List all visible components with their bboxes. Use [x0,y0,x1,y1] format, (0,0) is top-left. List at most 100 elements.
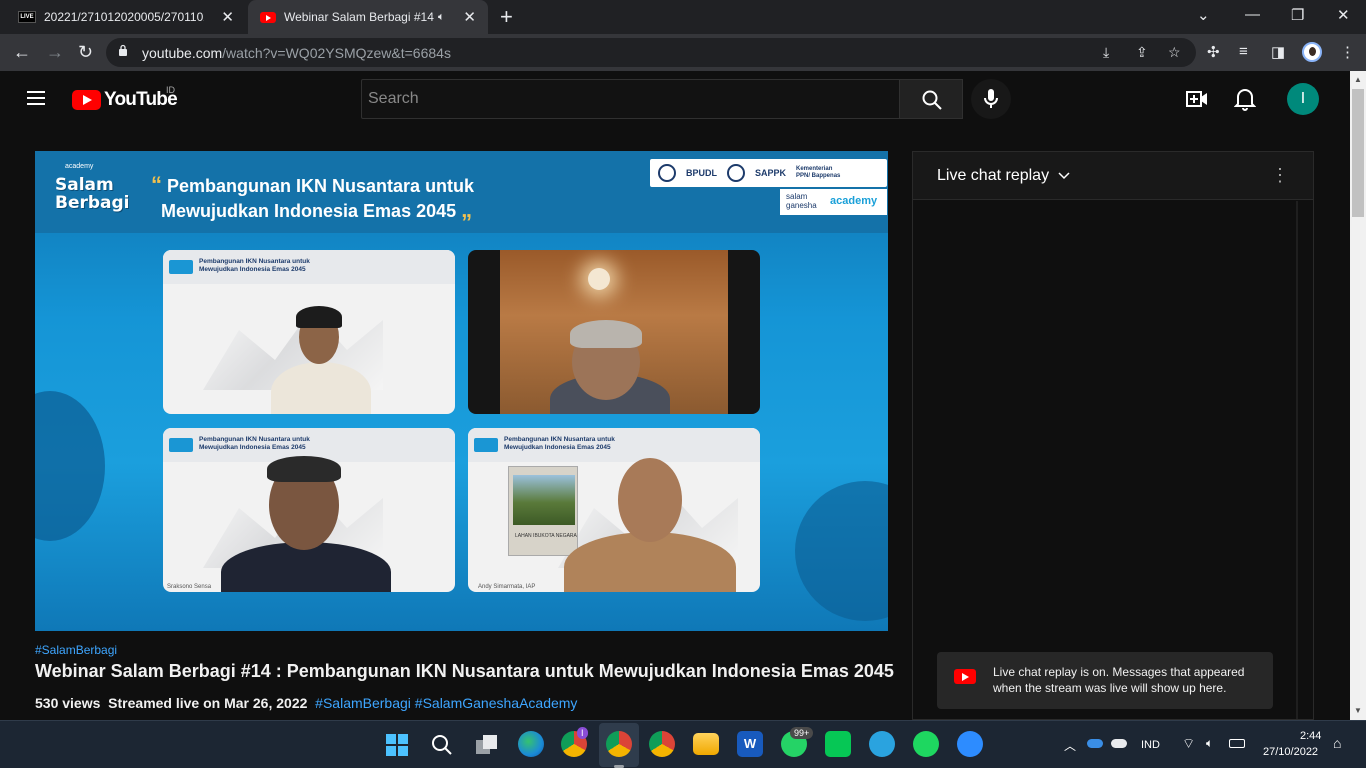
chevron-down-icon [1057,172,1070,180]
search-icon [922,90,942,110]
zoom-icon[interactable] [957,731,983,757]
onedrive-personal-icon[interactable] [1111,739,1127,748]
battery-icon[interactable] [1229,739,1245,748]
spotify-icon[interactable] [913,731,939,757]
youtube-header: YouTube ID I [0,71,1350,127]
itb-seal-icon [727,164,745,182]
partner-logos: BPUDL SAPPK Kementerian PPN/ Bappenas [650,159,887,187]
tab-live[interactable]: LIVE 20221/271012020005/27011020... ✕ [0,0,246,34]
install-icon[interactable]: ⤓ [1103,44,1109,61]
tab-title: 20221/271012020005/27011020... [44,10,204,24]
volume-icon[interactable]: 🔈︎ [1206,736,1213,751]
scrollbar-thumb[interactable] [1352,89,1364,217]
live-icon: LIVE [18,11,36,23]
account-avatar[interactable]: I [1287,83,1319,115]
video-title: Webinar Salam Berbagi #14 : Pembangunan … [35,661,894,681]
chrome-icon[interactable] [649,731,675,757]
scroll-up-icon[interactable]: ▲ [1354,75,1362,84]
speaker-panel-4: Pembangunan IKN Nusantara untuk Mewujudka… [468,428,760,592]
youtube-icon [260,11,276,23]
restore-button[interactable]: ❐ [1291,6,1304,24]
windows-taskbar: I W 99+ ︿ IND ⌔ 🔈︎ 2:44 27/10/2022 ⌂ [0,720,1366,768]
search-button[interactable] [899,79,963,119]
show-hidden-icons-icon[interactable]: ︿ [1064,737,1076,754]
new-tab-button[interactable]: + [500,4,513,30]
microphone-icon [984,89,998,108]
notification-center-icon[interactable]: ⌂ [1333,735,1341,751]
video-hashtag[interactable]: #SalamBerbagi [35,643,117,657]
salam-ganesha-academy-logo: salam ganesha academy [780,189,887,215]
bookmark-star-icon[interactable]: ☆ [1168,44,1181,61]
video-player[interactable]: academy Salam Berbagi “ Pembangunan IKN … [35,151,888,631]
chat-header: Live chat replay ⋮ [913,152,1313,200]
forward-button[interactable]: → [46,42,64,63]
media-control-icon[interactable]: ≡ [1239,43,1248,60]
minimize-button[interactable]: — [1245,6,1260,23]
file-explorer-icon[interactable] [693,733,719,755]
close-icon[interactable]: ✕ [463,8,476,26]
browser-tab-strip: LIVE 20221/271012020005/27011020... ✕ We… [0,0,1366,34]
input-language[interactable]: IND [1141,739,1160,751]
tab-youtube[interactable]: Webinar Salam Berbagi #14 : 🔈︎ ✕ [248,0,488,34]
speaker-panel-2 [468,250,760,414]
chat-scrollbar[interactable] [1296,201,1298,719]
video-tags[interactable]: #SalamBerbagi #SalamGaneshaAcademy [315,695,577,711]
salam-berbagi-logo: academy Salam Berbagi [55,163,130,213]
tab-search-icon[interactable]: ⌄ [1197,6,1210,24]
telegram-icon[interactable] [869,731,895,757]
menu-icon[interactable] [27,91,45,105]
line-icon[interactable] [825,731,851,757]
youtube-logo[interactable]: YouTube ID [72,85,178,111]
speaker-panel-3: Pembangunan IKN Nusantara untuk Mewujudka… [163,428,455,592]
search-box[interactable] [361,79,900,119]
page-scrollbar[interactable]: ▲ ▼ [1350,71,1366,720]
extensions-icon[interactable]: ✣ [1207,43,1220,61]
task-view-icon[interactable] [475,734,499,756]
chrome-profile-badge: I [577,727,588,739]
bpudl-seal-icon [658,164,676,182]
create-video-icon[interactable] [1186,89,1208,109]
view-count: 530 views [35,695,101,711]
video-headline: “ Pembangunan IKN Nusantara untuk Mewuju… [151,172,475,222]
stream-date: Streamed live on Mar 26, 2022 [108,695,308,711]
speaker-icon[interactable]: 🔈︎ [438,11,445,24]
onedrive-icon[interactable] [1087,739,1103,748]
scroll-down-icon[interactable]: ▼ [1354,706,1362,715]
search-input[interactable] [362,80,899,118]
chrome-icon[interactable] [606,731,632,757]
video-banner: academy Salam Berbagi “ Pembangunan IKN … [35,151,888,233]
share-icon[interactable]: ⇪ [1136,44,1148,61]
search-icon[interactable] [431,734,453,756]
edge-icon[interactable] [518,731,544,757]
more-options-icon[interactable]: ⋮ [1271,165,1289,186]
chat-mode-dropdown[interactable]: Live chat replay [937,167,1070,185]
url-text: youtube.com/watch?v=WQ02YSMQzew&t=6684s [142,45,451,61]
back-button[interactable]: ← [13,42,31,63]
live-chat-panel: Live chat replay ⋮ Live chat replay is o… [912,151,1314,720]
clock-date[interactable]: 27/10/2022 [1263,746,1318,758]
clock-time[interactable]: 2:44 [1300,730,1321,742]
youtube-icon [954,669,976,684]
chat-replay-notice: Live chat replay is on. Messages that ap… [937,652,1273,709]
voice-search-button[interactable] [971,79,1011,119]
speaker-panel-1: Pembangunan IKN Nusantara untuk Mewujudka… [163,250,455,414]
book-cover: LAHAN IBUKOTA NEGARA [508,466,578,556]
whatsapp-badge: 99+ [790,727,814,739]
reload-button[interactable]: ↻ [78,42,93,63]
browser-toolbar: ← → ↻ youtube.com/watch?v=WQ02YSMQzew&t=… [0,34,1366,71]
windows-start-icon[interactable] [386,734,408,756]
close-window-button[interactable]: ✕ [1337,6,1350,24]
profile-avatar[interactable] [1302,42,1322,62]
lock-icon[interactable] [118,44,128,56]
youtube-play-icon [72,90,101,110]
word-icon[interactable]: W [737,731,763,757]
close-icon[interactable]: ✕ [221,8,234,26]
chrome-menu-icon[interactable]: ⋮ [1340,43,1355,61]
address-bar[interactable]: youtube.com/watch?v=WQ02YSMQzew&t=6684s … [106,38,1196,67]
tab-title: Webinar Salam Berbagi #14 : [284,10,434,24]
notifications-bell-icon[interactable] [1234,87,1256,111]
video-meta: 530 views Streamed live on Mar 26, 2022 … [35,695,577,711]
country-code: ID [166,85,175,95]
side-panel-icon[interactable]: ◨ [1271,43,1285,61]
wifi-icon[interactable]: ⌔ [1182,735,1195,753]
